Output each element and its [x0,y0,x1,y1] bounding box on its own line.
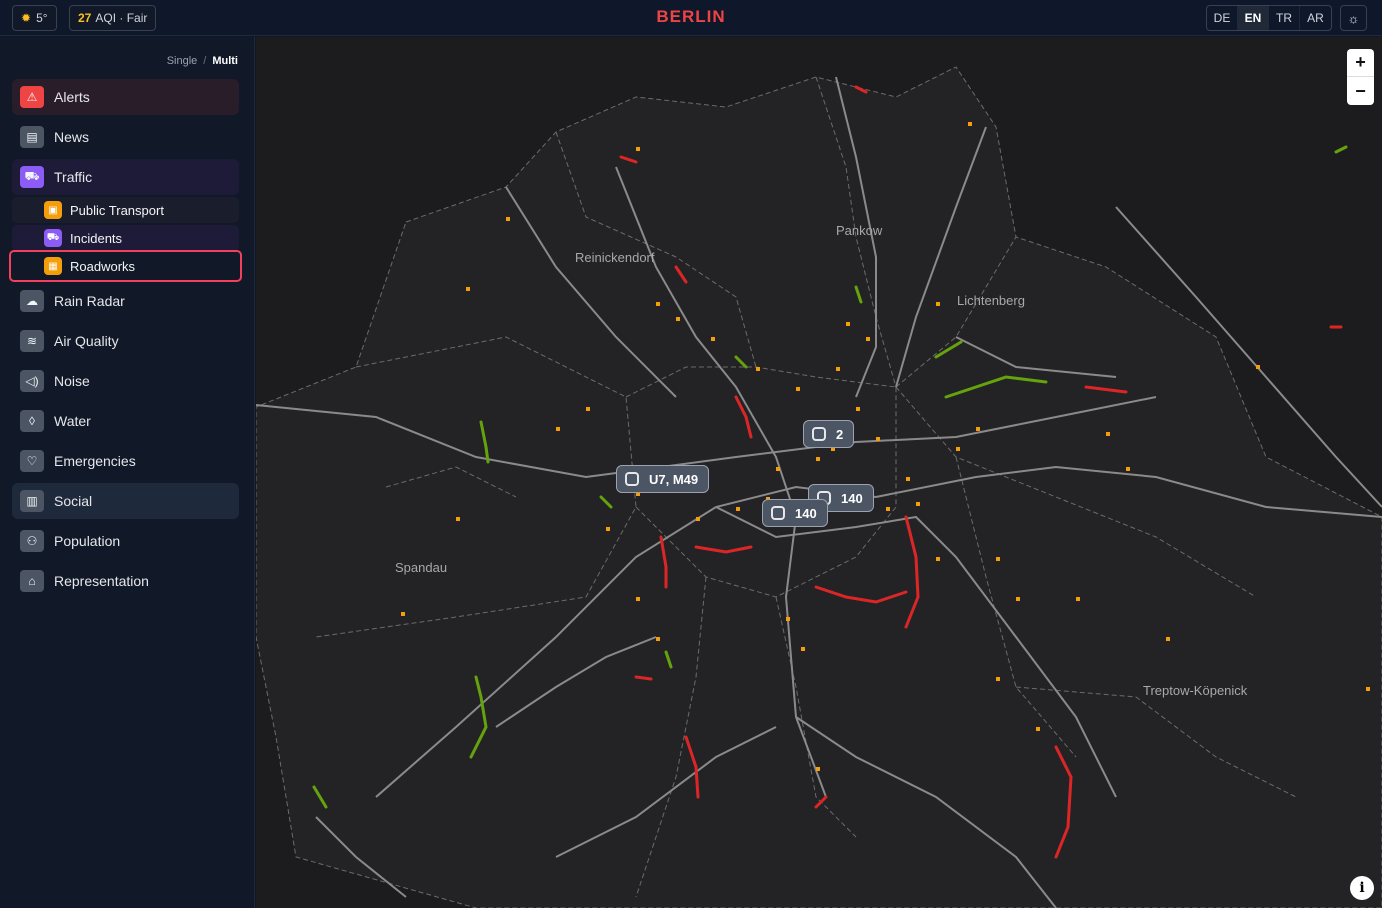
sun-icon: ☼ [1347,10,1360,26]
speaker-icon: ◁) [20,370,44,392]
sidebar: Single / Multi ⚠ Alerts ▤ News ⛟ Traffic ▣… [0,37,255,908]
weather-chip[interactable]: ✹ 5° [12,5,57,31]
sidebar-item-label: Population [54,533,121,549]
transit-marker[interactable]: U7, M49 [616,465,710,493]
sidebar-item-rain-radar[interactable]: ☁ Rain Radar [12,283,239,319]
transit-label: 2 [836,426,844,442]
mode-multi[interactable]: Multi [212,55,238,67]
transit-label: 140 [795,505,817,521]
heart-pulse-icon: ♡ [20,450,44,472]
transit-marker[interactable]: 140 [762,499,828,527]
lang-en[interactable]: EN [1238,6,1269,30]
users-icon: ⚇ [20,530,44,552]
sidebar-item-emergencies[interactable]: ♡ Emergencies [12,443,239,479]
sidebar-item-air-quality[interactable]: ≋ Air Quality [12,323,239,359]
lang-ar[interactable]: AR [1300,6,1331,30]
sidebar-subitem-roadworks[interactable]: ▦ Roadworks [9,250,242,282]
sidebar-item-label: Representation [54,573,149,589]
sidebar-item-label: Noise [54,373,90,389]
sidebar-item-label: Emergencies [54,453,136,469]
sidebar-item-label: Air Quality [54,333,119,349]
transit-marker[interactable]: 2 [803,420,855,448]
wind-icon: ≋ [20,330,44,352]
subitem-label: Public Transport [70,202,164,218]
mode-separator: / [203,55,207,67]
city-title: BERLIN [656,7,726,26]
droplet-icon: ◊ [20,410,44,432]
district-label: Pankow [836,223,883,238]
bar-chart-icon: ▥ [20,490,44,512]
info-button[interactable]: i [1350,876,1374,900]
tram-icon [625,472,639,486]
theme-toggle-button[interactable]: ☼ [1340,5,1367,31]
sidebar-item-label: Rain Radar [54,293,125,309]
sidebar-item-label: Alerts [54,89,90,105]
map-layer [256,66,1382,908]
sidebar-item-noise[interactable]: ◁) Noise [12,363,239,399]
temperature: 5° [36,11,48,25]
transit-label: 140 [841,490,863,506]
subitem-label: Roadworks [70,258,136,274]
sidebar-item-label: Water [54,413,91,429]
sidebar-item-label: News [54,129,90,145]
language-switcher: DE EN TR AR [1206,5,1332,31]
district-label: Reinickendorf [575,250,655,265]
district-label: Lichtenberg [957,293,1025,308]
sidebar-item-social[interactable]: ▥ Social [12,483,239,519]
sun-icon: ✹ [21,11,32,25]
transit-label: U7, M49 [649,471,699,487]
zoom-control: + − [1347,49,1374,105]
subitem-label: Incidents [70,230,123,246]
sidebar-item-label: Social [54,493,93,509]
zoom-in-button[interactable]: + [1347,49,1374,77]
newspaper-icon: ▤ [20,126,44,148]
sidebar-subitem-incidents[interactable]: ⛟ Incidents [12,225,239,251]
barrier-icon: ▦ [44,257,62,275]
landmark-icon: ⌂ [20,570,44,592]
aqi-label: AQI · Fair [95,11,148,25]
mode-switch: Single / Multi [167,55,238,67]
map-canvas[interactable]: Pankow Reinickendorf Lichtenberg Spandau… [256,37,1382,908]
car-icon: ⛟ [44,229,62,247]
tram-icon: ▣ [44,201,62,219]
car-icon: ⛟ [20,166,44,188]
mode-single[interactable]: Single [167,55,198,67]
sidebar-subitem-public-transport[interactable]: ▣ Public Transport [12,197,239,223]
aqi-value: 27 [78,11,92,25]
sidebar-item-traffic[interactable]: ⛟ Traffic [12,159,239,195]
sidebar-item-representation[interactable]: ⌂ Representation [12,563,239,599]
sidebar-item-population[interactable]: ⚇ Population [12,523,239,559]
alert-triangle-icon: ⚠ [20,86,44,108]
top-bar: ✹ 5° 27 AQI · Fair BERLIN DE EN TR AR ☼ [0,0,1382,36]
tram-icon [812,427,826,441]
tram-icon [771,506,785,520]
cloud-rain-icon: ☁ [20,290,44,312]
sidebar-item-news[interactable]: ▤ News [12,119,239,155]
lang-de[interactable]: DE [1207,6,1238,30]
district-label: Spandau [395,560,448,575]
sidebar-item-water[interactable]: ◊ Water [12,403,239,439]
zoom-out-button[interactable]: − [1347,77,1374,105]
sidebar-item-label: Traffic [54,169,93,185]
aqi-chip[interactable]: 27 AQI · Fair [69,5,157,31]
lang-tr[interactable]: TR [1269,6,1300,30]
district-label: Treptow-Köpenick [1143,683,1248,698]
sidebar-item-alerts[interactable]: ⚠ Alerts [12,79,239,115]
